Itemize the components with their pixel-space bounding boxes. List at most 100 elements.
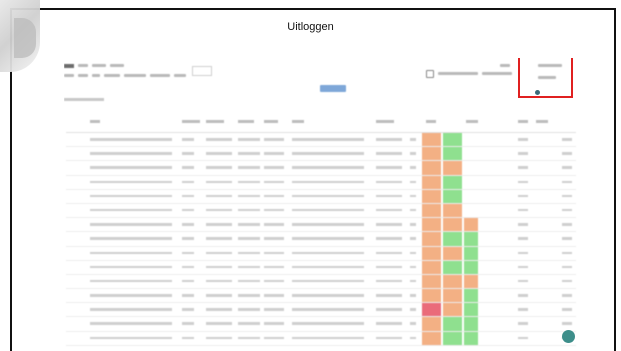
column-header[interactable] [182,120,200,123]
toolbar-item[interactable] [124,74,146,77]
status-cell [422,161,441,175]
table-row[interactable] [66,189,576,204]
column-header[interactable] [518,120,528,123]
table-cell [206,223,232,226]
table-row[interactable] [66,260,576,275]
table-cell [90,279,172,283]
table-cell [292,336,364,340]
table-row[interactable] [66,331,576,346]
status-cell [464,274,478,289]
table-cell [376,294,402,297]
table-cell [292,138,364,141]
column-header[interactable] [206,120,224,123]
table-cell [292,152,364,155]
status-cell [443,260,462,274]
table-row[interactable] [66,161,576,176]
table-cell [238,237,260,240]
table-cell [206,138,232,141]
table-cell [376,308,402,311]
table-cell [518,294,528,297]
table-cell [410,180,416,184]
table-cell [238,279,260,283]
table-cell [90,223,172,226]
toolbar-item[interactable] [150,74,170,77]
column-header[interactable] [426,120,436,123]
table-cell [238,180,260,184]
table-cell [518,223,528,226]
table-row[interactable] [66,289,576,304]
table-cell [292,265,364,269]
table-cell [562,208,572,212]
search-input[interactable] [192,66,212,76]
toolbar-item[interactable] [64,74,74,77]
status-cell [422,260,441,274]
table-cell [238,138,260,141]
column-header[interactable] [238,120,254,123]
column-header[interactable] [376,120,394,123]
table-cell [518,322,528,325]
table-cell [376,138,402,141]
table-row[interactable] [66,175,576,190]
table-cell [182,194,194,198]
nav-item[interactable] [92,64,106,67]
chat-icon[interactable] [562,330,575,343]
table-cell [264,336,284,340]
table-cell [518,208,528,212]
table-row[interactable] [66,133,576,148]
table-cell [562,251,572,254]
refresh-icon[interactable] [426,70,434,78]
table-cell [238,294,260,297]
table-cell [376,180,402,184]
status-cell [443,147,462,161]
column-header[interactable] [536,120,548,123]
table-cell [264,194,284,198]
avatar[interactable] [535,90,540,95]
nav-item[interactable] [78,64,88,67]
table-cell [182,138,194,141]
table-row[interactable] [66,147,576,162]
column-header[interactable] [466,120,478,123]
table-cell [292,308,364,311]
column-header[interactable] [292,120,304,123]
table-row[interactable] [66,317,576,332]
table-cell [182,208,194,212]
user-menu-item[interactable] [538,76,556,79]
table-cell [410,251,416,254]
table-cell [518,152,528,155]
table-row[interactable] [66,274,576,290]
status-cell [422,218,441,232]
table-row[interactable] [66,232,576,247]
status-cell [422,232,441,246]
toolbar-item[interactable] [78,74,88,77]
status-cell [464,289,478,303]
table-cell [376,279,402,283]
table-cell [264,308,284,311]
logout-menu-item[interactable] [538,64,562,67]
toolbar-item[interactable] [92,74,100,77]
table-cell [90,194,172,198]
table-cell [376,251,402,254]
column-header[interactable] [264,120,278,123]
table-row[interactable] [66,218,576,233]
toolbar-item[interactable] [482,72,512,75]
table-cell [518,138,528,141]
table-cell [90,294,172,297]
table-row[interactable] [66,203,576,219]
table-cell [292,251,364,254]
primary-action-button[interactable] [320,85,346,92]
toolbar-item[interactable] [174,74,186,77]
table-cell [264,152,284,155]
toolbar-item[interactable] [438,72,478,75]
status-cell [464,232,478,246]
table-row[interactable] [66,246,576,261]
table-cell [376,336,402,340]
toolbar-item[interactable] [104,74,120,77]
user-menu-item[interactable] [500,64,510,67]
table-cell [206,279,232,283]
table-cell [376,322,402,325]
column-header[interactable] [90,120,100,123]
table-row[interactable] [66,303,576,318]
table-cell [562,322,572,325]
nav-item[interactable] [110,64,124,67]
table-cell [410,265,416,269]
